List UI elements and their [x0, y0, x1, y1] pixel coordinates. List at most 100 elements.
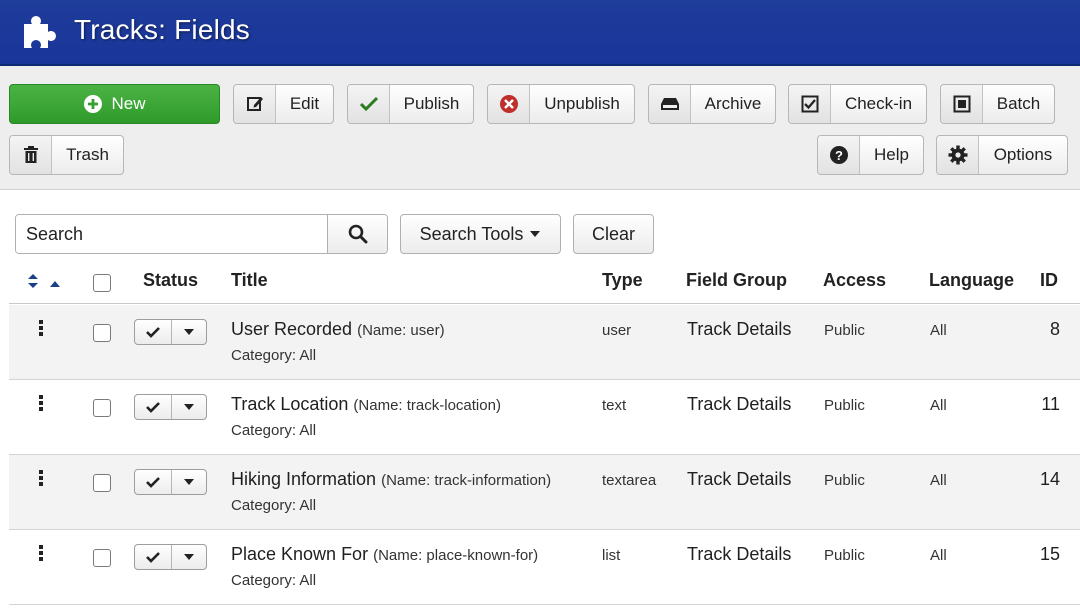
status-toggle[interactable] — [134, 394, 207, 420]
status-toggle[interactable] — [134, 319, 207, 345]
caret-down-icon — [530, 231, 541, 237]
publish-button[interactable]: Publish — [347, 84, 474, 124]
row-checkbox[interactable] — [93, 549, 111, 567]
table-row: Track Location (Name: track-location) Ca… — [9, 380, 1080, 455]
field-language: All — [930, 322, 947, 339]
drag-handle-icon[interactable] — [39, 545, 45, 563]
published-check-icon[interactable] — [135, 545, 172, 569]
row-checkbox[interactable] — [93, 474, 111, 492]
field-id: 14 — [1039, 469, 1060, 489]
field-title[interactable]: Place Known For (Name: place-known-for) — [231, 544, 538, 565]
archive-button-label: Archive — [704, 94, 762, 113]
column-type[interactable]: Type — [602, 270, 643, 291]
field-title[interactable]: User Recorded (Name: user) — [231, 319, 445, 340]
sort-asc-icon[interactable] — [49, 272, 61, 293]
unpublish-button-label: Unpublish — [544, 94, 620, 113]
new-button-label: New — [111, 94, 146, 113]
status-dropdown-icon[interactable] — [172, 545, 206, 569]
status-dropdown-icon[interactable] — [172, 395, 206, 419]
options-button-label: Options — [993, 145, 1053, 164]
gear-icon — [937, 136, 979, 174]
published-check-icon[interactable] — [135, 320, 172, 344]
field-id: 8 — [1049, 319, 1060, 339]
status-toggle[interactable] — [134, 469, 207, 495]
column-status[interactable]: Status — [143, 270, 198, 291]
check-icon — [348, 85, 390, 123]
row-checkbox[interactable] — [93, 399, 111, 417]
options-button[interactable]: Options — [936, 135, 1068, 175]
field-title[interactable]: Track Location (Name: track-location) — [231, 394, 501, 415]
archive-icon — [649, 85, 691, 123]
field-category: Category: All — [231, 422, 317, 439]
clear-button[interactable]: Clear — [573, 214, 654, 254]
field-type: list — [602, 547, 621, 564]
archive-button[interactable]: Archive — [648, 84, 776, 124]
table-row: Place Known For (Name: place-known-for) … — [9, 530, 1080, 605]
batch-button[interactable]: Batch — [940, 84, 1055, 124]
field-id: 11 — [1041, 394, 1060, 414]
field-title[interactable]: Hiking Information (Name: track-informat… — [231, 469, 551, 490]
unpublish-icon — [488, 85, 530, 123]
field-category: Category: All — [231, 347, 317, 364]
field-access: Public — [824, 547, 865, 564]
field-id: 15 — [1039, 544, 1060, 564]
select-all-checkbox[interactable] — [93, 274, 111, 292]
trash-button[interactable]: Trash — [9, 135, 124, 175]
row-checkbox[interactable] — [93, 324, 111, 342]
batch-icon — [941, 85, 983, 123]
column-language[interactable]: Language — [929, 270, 1014, 291]
status-dropdown-icon[interactable] — [172, 470, 206, 494]
table-header: Status Title Type Field Group Access Lan… — [9, 258, 1080, 304]
plus-circle-icon — [84, 95, 103, 113]
help-button[interactable]: ? Help — [817, 135, 924, 175]
field-language: All — [930, 472, 947, 489]
field-group: Track Details — [687, 544, 792, 564]
edit-button-label: Edit — [289, 94, 320, 113]
status-toggle[interactable] — [134, 544, 207, 570]
search-tools-label: Search Tools — [419, 223, 524, 244]
field-category: Category: All — [231, 572, 317, 589]
field-type: textarea — [602, 472, 657, 489]
publish-button-label: Publish — [403, 94, 460, 113]
drag-handle-icon[interactable] — [39, 470, 45, 488]
search-input[interactable] — [16, 215, 327, 253]
search-button[interactable] — [327, 215, 387, 253]
field-language: All — [930, 397, 947, 414]
column-id[interactable]: ID — [1040, 270, 1058, 291]
checkin-button-label: Check-in — [844, 94, 913, 113]
new-button[interactable]: New — [9, 84, 220, 124]
published-check-icon[interactable] — [135, 470, 172, 494]
field-group: Track Details — [687, 394, 792, 414]
batch-button-label: Batch — [996, 94, 1041, 113]
trash-icon — [10, 136, 52, 174]
question-icon: ? — [818, 136, 860, 174]
column-field-group[interactable]: Field Group — [686, 270, 787, 291]
help-button-label: Help — [874, 145, 909, 164]
column-access[interactable]: Access — [823, 270, 886, 291]
edit-button[interactable]: Edit — [233, 84, 334, 124]
column-title[interactable]: Title — [231, 270, 268, 291]
ordering-sort-icon[interactable] — [27, 272, 39, 293]
drag-handle-icon[interactable] — [39, 395, 45, 413]
edit-icon — [234, 85, 276, 123]
field-category: Category: All — [231, 497, 317, 514]
search-icon — [348, 224, 367, 244]
checkin-button[interactable]: Check-in — [788, 84, 927, 124]
field-group: Track Details — [687, 319, 792, 339]
field-language: All — [930, 547, 947, 564]
search-box — [15, 214, 388, 254]
drag-handle-icon[interactable] — [39, 320, 45, 338]
field-type: user — [602, 322, 632, 339]
published-check-icon[interactable] — [135, 395, 172, 419]
table-row: User Recorded (Name: user) Category: All… — [9, 305, 1080, 380]
search-tools-button[interactable]: Search Tools — [400, 214, 561, 254]
field-access: Public — [824, 322, 865, 339]
checkbox-checked-icon — [789, 85, 831, 123]
table-row: Hiking Information (Name: track-informat… — [9, 455, 1080, 530]
svg-text:?: ? — [835, 148, 843, 163]
field-access: Public — [824, 397, 865, 414]
status-dropdown-icon[interactable] — [172, 320, 206, 344]
unpublish-button[interactable]: Unpublish — [487, 84, 635, 124]
clear-button-label: Clear — [591, 223, 635, 244]
field-type: text — [602, 397, 627, 414]
